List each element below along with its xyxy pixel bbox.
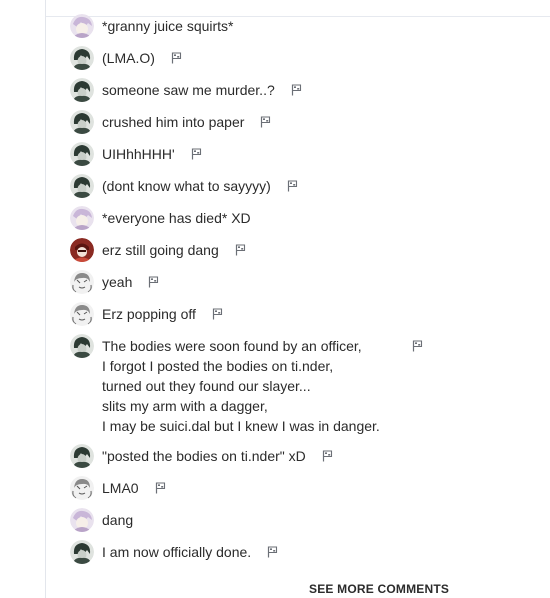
comment-text: crushed him into paper: [102, 114, 245, 130]
comment-row: *granny juice squirts*: [70, 14, 234, 38]
report-flag-icon[interactable]: [412, 340, 423, 352]
report-flag-icon[interactable]: [171, 52, 182, 64]
report-flag-icon[interactable]: [291, 84, 302, 96]
comment-row: crushed him into paper: [70, 110, 271, 134]
comment-row: I am now officially done.: [70, 540, 278, 564]
comment-text: Erz popping off: [102, 306, 196, 322]
report-flag-icon[interactable]: [267, 546, 278, 558]
comment-row: UIHhhHHH': [70, 142, 202, 166]
report-flag-icon[interactable]: [287, 180, 298, 192]
report-flag-icon[interactable]: [322, 450, 333, 462]
report-flag-icon[interactable]: [191, 148, 202, 160]
comment-text: *granny juice squirts*: [102, 18, 234, 34]
comment-text: dang: [102, 512, 134, 528]
avatar[interactable]: [70, 476, 94, 500]
comment-text: UIHhhHHH': [102, 146, 175, 162]
avatar[interactable]: [70, 444, 94, 468]
comment-row: The bodies were soon found by an officer…: [70, 334, 423, 436]
report-flag-icon[interactable]: [235, 244, 246, 256]
avatar[interactable]: [70, 110, 94, 134]
report-flag-icon[interactable]: [212, 308, 223, 320]
avatar[interactable]: [70, 540, 94, 564]
comment-row: Erz popping off: [70, 302, 223, 326]
avatar[interactable]: [70, 334, 94, 358]
avatar[interactable]: [70, 270, 94, 294]
comment-text: yeah: [102, 274, 133, 290]
comment-row: "posted the bodies on ti.nder" xD: [70, 444, 333, 468]
report-flag-icon[interactable]: [148, 276, 159, 288]
avatar[interactable]: [70, 46, 94, 70]
thread-line: [45, 0, 46, 598]
comment-text: (LMA.O): [102, 50, 155, 66]
avatar[interactable]: [70, 78, 94, 102]
comment-row: someone saw me murder..?: [70, 78, 302, 102]
comment-row: dang: [70, 508, 133, 532]
avatar[interactable]: [70, 508, 94, 532]
comment-text: (dont know what to sayyyy): [102, 178, 271, 194]
comment-row: (dont know what to sayyyy): [70, 174, 298, 198]
avatar[interactable]: [70, 14, 94, 38]
comment-text: LMA0: [102, 480, 139, 496]
comments-panel: *granny juice squirts* (LMA.O) someone saw…: [0, 0, 550, 598]
report-flag-icon[interactable]: [155, 482, 166, 494]
comment-row: yeah: [70, 270, 159, 294]
comment-row: erz still going dang: [70, 238, 246, 262]
comment-row: (LMA.O): [70, 46, 182, 70]
comment-text: The bodies were soon found by an officer…: [102, 338, 380, 434]
comment-text: someone saw me murder..?: [102, 82, 275, 98]
comment-text: erz still going dang: [102, 242, 219, 258]
avatar[interactable]: [70, 238, 94, 262]
avatar[interactable]: [70, 206, 94, 230]
report-flag-icon[interactable]: [260, 116, 271, 128]
avatar[interactable]: [70, 174, 94, 198]
comment-text: *everyone has died* XD: [102, 210, 251, 226]
comment-text: "posted the bodies on ti.nder" xD: [102, 448, 306, 464]
see-more-comments-button[interactable]: SEE MORE COMMENTS: [309, 582, 449, 596]
comment-row: *everyone has died* XD: [70, 206, 251, 230]
avatar[interactable]: [70, 142, 94, 166]
comment-text: I am now officially done.: [102, 544, 252, 560]
avatar[interactable]: [70, 302, 94, 326]
comment-row: LMA0: [70, 476, 166, 500]
